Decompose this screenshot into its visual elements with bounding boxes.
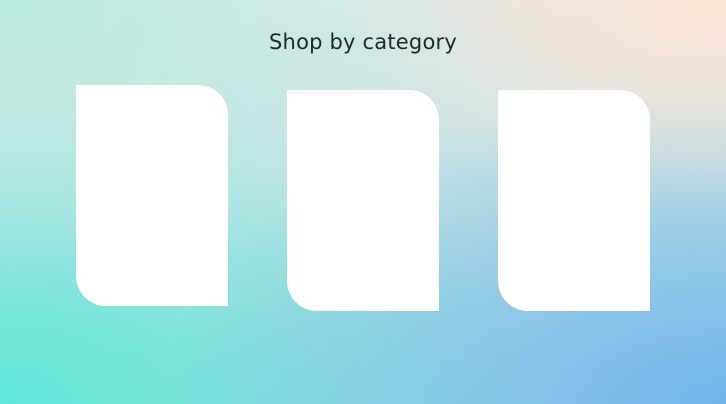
category-card[interactable] <box>76 85 228 306</box>
category-card[interactable] <box>498 90 650 311</box>
category-card[interactable] <box>287 90 439 311</box>
section-title: Shop by category <box>269 30 457 54</box>
